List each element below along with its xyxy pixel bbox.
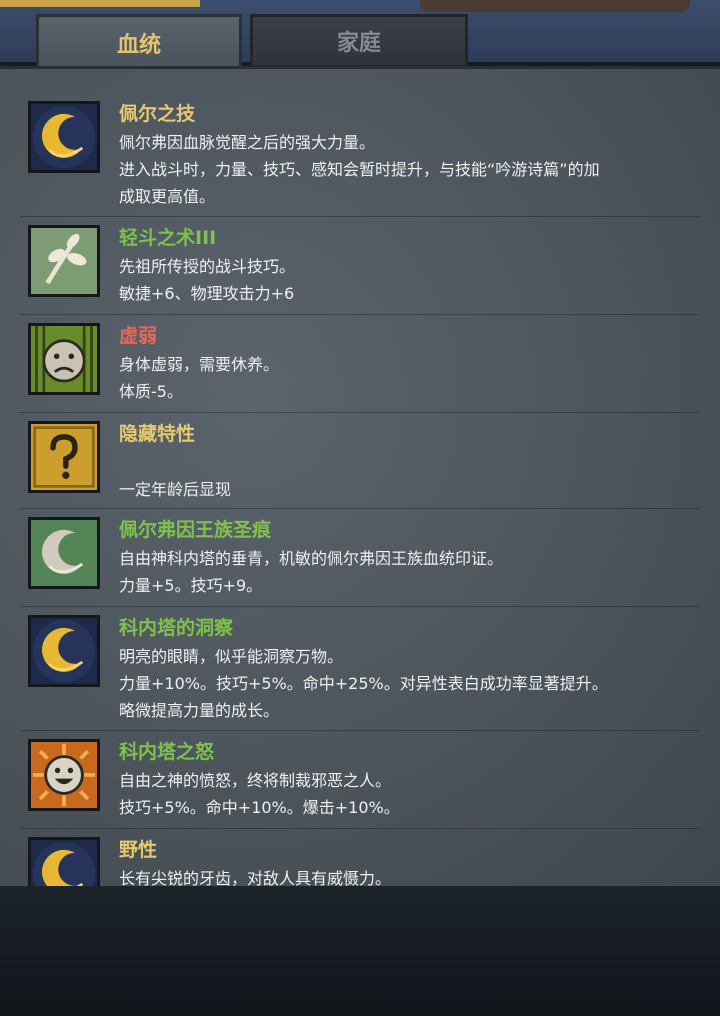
trait-desc-line: 进入战斗时，力量、技巧、感知会暂时提升，与技能“吟游诗篇”的加	[119, 160, 600, 179]
trait-desc-line: 明亮的眼睛，似乎能洞察万物。	[119, 647, 344, 666]
trait-desc-line: 成取更高值。	[119, 187, 216, 206]
trait-desc-line: 自由神科内塔的垂青，机敏的佩尔弗因王族血统印证。	[119, 549, 504, 568]
crescent-moon-icon	[28, 615, 100, 687]
trait-row[interactable]: 轻斗之术III 先祖所传授的战斗技巧。 敏捷+6、物理攻击力+6	[20, 217, 700, 315]
tab-bloodline[interactable]: 血统	[36, 14, 242, 68]
trait-name: 佩尔之技	[119, 103, 196, 125]
bottom-bar	[0, 886, 720, 1016]
trait-desc-line	[119, 449, 699, 476]
trait-row[interactable]: 佩尔之技 佩尔弗因血脉觉醒之后的强大力量。 进入战斗时，力量、技巧、感知会暂时提…	[20, 93, 700, 217]
trait-row[interactable]: 科内塔的洞察 明亮的眼睛，似乎能洞察万物。 力量+10%。技巧+5%。命中+25…	[20, 607, 700, 731]
trait-desc-line: 一定年龄后显现	[119, 480, 232, 499]
trait-desc-line: 力量+10%。技巧+5%。命中+25%。对异性表白成功率显著提升。	[119, 674, 608, 693]
trait-desc-line: 略微提高力量的成长。	[119, 701, 280, 720]
trait-name: 野性	[119, 839, 158, 861]
trait-desc-line: 力量+5。技巧+9。	[119, 576, 263, 595]
trait-name: 虚弱	[119, 325, 158, 347]
trait-name: 科内塔的洞察	[119, 617, 234, 639]
trait-row[interactable]: 科内塔之怒 自由之神的愤怒，终将制裁邪恶之人。 技巧+5%。命中+10%。爆击+…	[20, 731, 700, 829]
trait-desc-line: 敏捷+6、物理攻击力+6	[119, 284, 295, 303]
trait-screen: 血统 家庭 佩尔之技 佩尔弗因血脉觉醒之后的强大力量。 进入战斗时，力量、技巧、…	[0, 0, 720, 1016]
smiling-sun-icon	[28, 739, 100, 811]
trait-desc-line: 技巧+5%。命中+10%。爆击+10%。	[119, 798, 400, 817]
trait-row[interactable]: 虚弱 身体虚弱，需要休养。 体质-5。	[20, 315, 700, 413]
question-mark-icon	[28, 421, 100, 493]
crescent-moon-icon	[28, 101, 100, 173]
trait-desc-line: 身体虚弱，需要休养。	[119, 355, 280, 374]
trait-row[interactable]: 野性 长有尖锐的牙齿，对敌人具有威慑力。	[20, 829, 700, 886]
trait-desc-line: 长有尖锐的牙齿，对敌人具有威慑力。	[119, 869, 392, 886]
silver-crescent-icon	[28, 517, 100, 589]
trait-name: 轻斗之术III	[119, 227, 217, 249]
banner-art	[420, 0, 690, 12]
tab-family[interactable]: 家庭	[250, 14, 468, 68]
trait-name: 隐藏特性	[119, 423, 196, 445]
trait-desc-line: 佩尔弗因血脉觉醒之后的强大力量。	[119, 133, 376, 152]
trait-desc-line: 先祖所传授的战斗技巧。	[119, 257, 296, 276]
trait-name: 科内塔之怒	[119, 741, 215, 763]
trait-row[interactable]: 隐藏特性 一定年龄后显现	[20, 413, 700, 509]
leaf-branch-icon	[28, 225, 100, 297]
banner-gold-strip	[0, 0, 200, 7]
trait-row[interactable]: 佩尔弗因王族圣痕 自由神科内塔的垂青，机敏的佩尔弗因王族血统印证。 力量+5。技…	[20, 509, 700, 607]
trait-desc-line: 体质-5。	[119, 382, 183, 401]
crescent-moon-icon	[28, 837, 100, 886]
trait-desc-line: 自由之神的愤怒，终将制裁邪恶之人。	[119, 771, 392, 790]
sad-face-icon	[28, 323, 100, 395]
tab-bar: 血统 家庭	[36, 14, 468, 68]
trait-name: 佩尔弗因王族圣痕	[119, 519, 272, 541]
trait-list[interactable]: 佩尔之技 佩尔弗因血脉觉醒之后的强大力量。 进入战斗时，力量、技巧、感知会暂时提…	[0, 66, 720, 886]
